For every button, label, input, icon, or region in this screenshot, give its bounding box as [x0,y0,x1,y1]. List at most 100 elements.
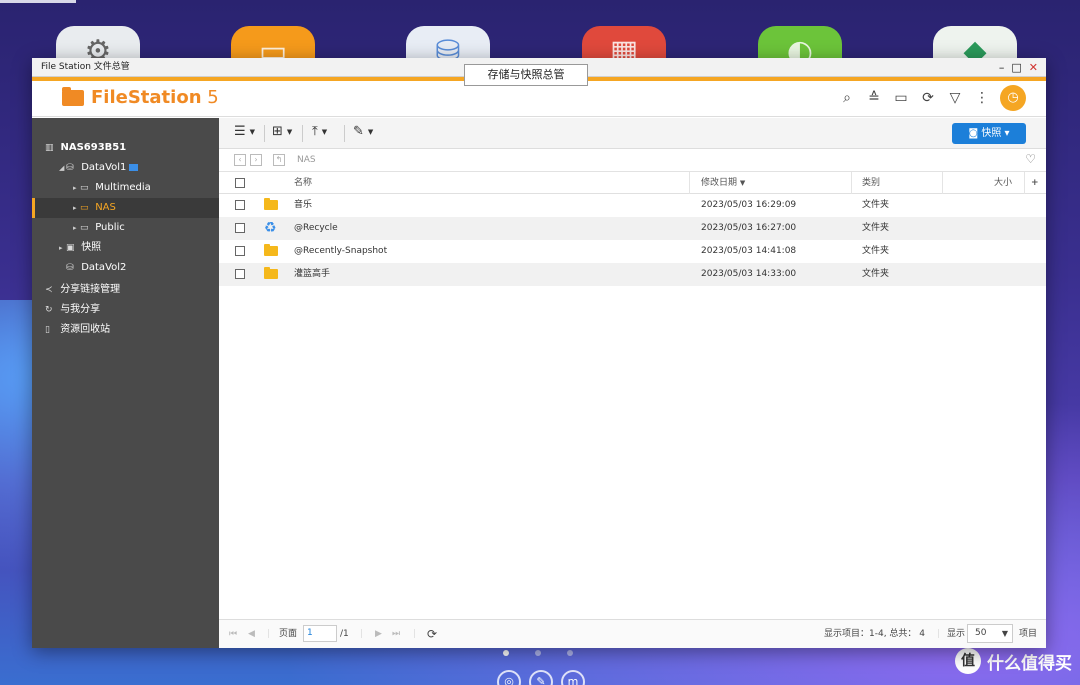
profile-icon[interactable]: ◷ [1000,85,1026,111]
page-input[interactable]: 1 [303,620,337,649]
row-checkbox[interactable] [235,194,245,217]
desktop-pager[interactable] [503,650,573,656]
sidebar-item-shared-with-me[interactable]: ↻ 与我分享 [32,300,219,320]
folder-icon [264,240,278,263]
back-icon[interactable]: ‹ [234,154,246,166]
breadcrumb-current[interactable]: NAS [297,155,316,165]
snapshot-icon: ▣ [66,243,75,253]
sidebar-item-label: 分享链接管理 [60,284,121,295]
prev-page-icon[interactable]: ◀ [248,620,255,649]
sidebar-item-share-link[interactable]: ≺ 分享链接管理 [32,280,219,300]
file-name[interactable]: 灌篮高手 [294,263,330,286]
refresh-icon[interactable]: ⟳ [427,620,437,649]
sidebar-item-datavol2[interactable]: ⛁ DataVol2 [32,258,219,278]
upload-list-icon[interactable]: ≙ [865,89,883,107]
column-name[interactable]: 名称 [294,172,312,193]
sidebar-item-public[interactable]: ▸ ▭ Public [32,218,219,238]
sidebar-item-label: DataVol2 [81,262,127,273]
upload-button[interactable]: ⤒ ▼ [312,124,327,139]
maximize-button[interactable]: □ [1011,58,1021,77]
close-button[interactable]: ✕ [1029,58,1038,77]
add-column-icon[interactable]: + [1031,172,1039,193]
row-checkbox[interactable] [235,263,245,286]
first-page-icon[interactable]: ⏮ [229,620,237,649]
chevron-down-icon: ▼ [249,127,256,136]
toolbar: ☰ ▼ ⊞ ▼ ⤒ ▼ ✎ ▼ ◙ 快照 ▾ [219,118,1046,149]
tools-button[interactable]: ✎ ▼ [353,124,373,139]
collapsed-arrow-icon[interactable]: ▸ [73,178,80,198]
collapsed-arrow-icon[interactable]: ▸ [73,218,80,238]
file-name[interactable]: 音乐 [294,194,312,217]
watermark-logo: 值 什么值得买 [955,648,1072,674]
expanded-arrow-icon[interactable]: ◢ [59,158,66,178]
view-mode-button[interactable]: ☰ ▼ [234,124,255,139]
folder-icon [264,263,278,286]
more-icon[interactable]: ⋮ [973,89,991,107]
page-size-select[interactable]: 50 ▼ [967,620,1013,649]
minimize-button[interactable]: – [999,58,1005,77]
sidebar-item-server[interactable]: ▥ NAS693B51 [32,138,219,158]
forward-icon[interactable]: › [250,154,262,166]
table-row[interactable]: 灌篮高手 2023/05/03 14:33:00 文件夹 [219,263,1046,286]
table-row[interactable]: @Recently-Snapshot 2023/05/03 14:41:08 文… [219,240,1046,263]
favorite-heart-icon[interactable]: ♡ [1025,152,1036,166]
parent-folder-icon[interactable]: ↰ [273,154,285,166]
items-label: 项目 [1019,629,1038,639]
sidebar-item-label: 资源回收站 [60,324,111,335]
column-type[interactable]: 类别 [862,172,880,193]
chevron-down-icon: ▼ [286,127,293,136]
row-checkbox[interactable] [235,240,245,263]
refresh-icon[interactable]: ⟳ [919,89,937,107]
volume-badge-icon [129,163,139,171]
folder-logo-icon [62,86,84,106]
file-station-window: File Station 文件总管 – □ ✕ 存储与快照总管 FileStat… [32,58,1046,648]
sidebar-item-label: Public [95,222,125,233]
folder-icon: ▭ [80,223,89,233]
table-row[interactable]: ♻ @Recycle 2023/05/03 16:27:00 文件夹 [219,217,1046,240]
snapshot-button-label: 快照 [981,128,1002,139]
file-type: 文件夹 [862,223,890,233]
search-icon[interactable]: ⌕ [838,89,856,107]
desktop-dock[interactable]: ◎ ✎ m [497,670,585,685]
list-view-icon: ☰ [234,124,246,139]
sidebar-item-label: 快照 [81,242,102,253]
create-folder-button[interactable]: ⊞ ▼ [272,124,292,139]
sidebar-item-datavol1[interactable]: ◢ ⛁ DataVol1 [32,158,219,178]
modified-date: 2023/05/03 14:33:00 [701,269,797,279]
column-modified-label: 修改日期 [701,178,738,188]
modified-date: 2023/05/03 14:41:08 [701,246,797,256]
collapsed-arrow-icon[interactable]: ▸ [73,198,80,218]
breadcrumb: ‹ › ↰ NAS ♡ [219,149,1046,172]
watermark-icon: 值 [955,648,981,674]
modified-date: 2023/05/03 16:27:00 [701,223,797,233]
watermark-text: 什么值得买 [987,653,1072,674]
sidebar-item-recycle-bin[interactable]: ▯ 资源回收站 [32,320,219,340]
file-name[interactable]: @Recycle [294,217,338,240]
column-modified[interactable]: 修改日期 ▼ [701,172,745,193]
column-size[interactable]: 大小 [994,172,1012,193]
dock-icon-1: ◎ [497,670,521,685]
snapshot-button[interactable]: ◙ 快照 ▾ [952,123,1026,144]
page-input-value[interactable]: 1 [303,625,337,642]
last-page-icon[interactable]: ⏭ [392,620,400,649]
sidebar: ▥ NAS693B51 ◢ ⛁ DataVol1 ▸ ▭ Multimedia ▸ ▭… [32,118,219,648]
folder-icon: ▭ [80,183,89,193]
collapsed-arrow-icon[interactable]: ▸ [59,238,66,258]
media-cast-icon[interactable]: ▭ [892,89,910,107]
file-pane: ☰ ▼ ⊞ ▼ ⤒ ▼ ✎ ▼ ◙ 快照 ▾ ‹ › ↰ NAS ♡ 名称 修改日 [219,118,1046,648]
filter-icon[interactable]: ▽ [946,89,964,107]
upload-icon: ⤒ [312,124,318,139]
select-all-checkbox[interactable] [235,172,245,193]
app-header: FileStation 5 ⌕ ≙ ▭ ⟳ ▽ ⋮ ◷ [32,81,1046,117]
next-page-icon[interactable]: ▶ [375,620,382,649]
table-row[interactable]: 音乐 2023/05/03 16:29:09 文件夹 [219,194,1046,217]
file-name[interactable]: @Recently-Snapshot [294,240,387,263]
tooltip: 存储与快照总管 [464,64,588,86]
server-icon: ▥ [45,143,54,153]
trash-icon: ▯ [45,325,50,335]
sidebar-item-multimedia[interactable]: ▸ ▭ Multimedia [32,178,219,198]
sidebar-item-snapshot[interactable]: ▸ ▣ 快照 [32,238,219,258]
file-type: 文件夹 [862,200,890,210]
row-checkbox[interactable] [235,217,245,240]
sidebar-item-nas[interactable]: ▸ ▭ NAS [32,198,219,218]
